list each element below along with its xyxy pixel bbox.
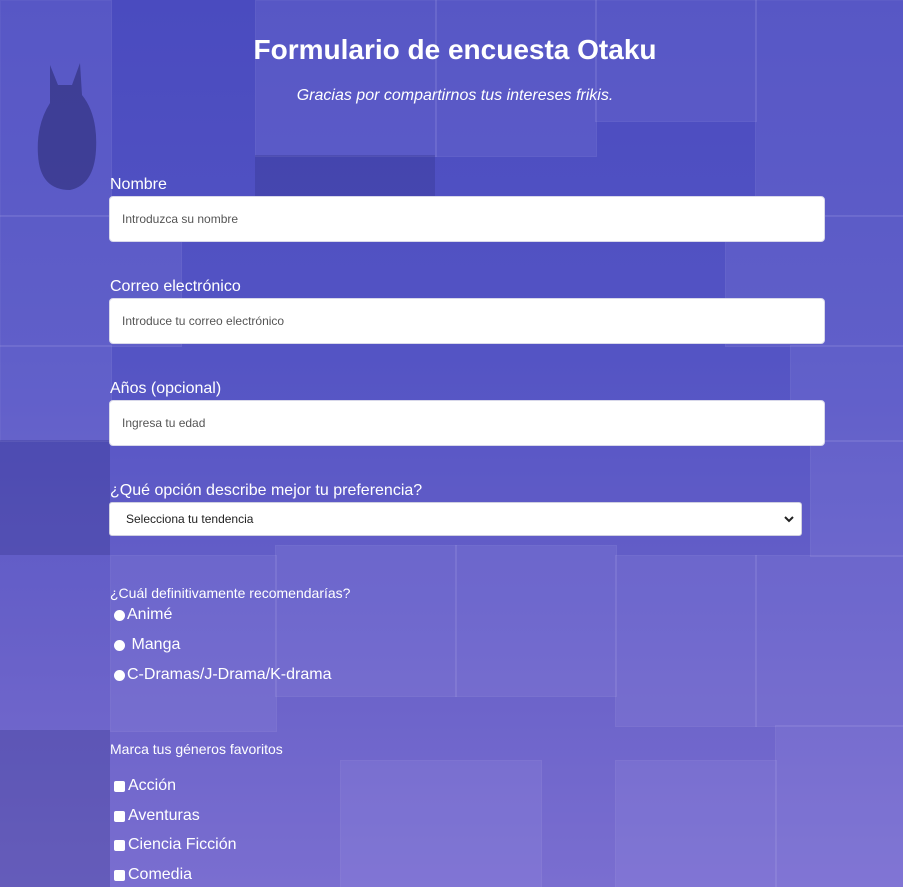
preference-selected-value: Selecciona tu tendencia [126,512,254,526]
checkbox-option-aventuras[interactable]: Aventuras [114,807,200,825]
radio-button[interactable] [114,669,125,681]
radio-option-anime[interactable]: Animé [114,606,172,624]
checkbox-label: Comedia [128,866,193,883]
survey-form: Formulario de encuesta Otaku Gracias por… [0,0,903,887]
checkbox-option-accion[interactable]: Acción [114,777,176,795]
checkbox[interactable] [114,810,125,822]
radio-button[interactable] [114,609,125,621]
radio-option-dramas[interactable]: C-Dramas/J-Drama/K-drama [114,666,331,684]
checkbox[interactable] [114,780,125,792]
age-label: Años (opcional) [110,380,222,397]
radio-label: Animé [127,606,173,623]
preference-select[interactable]: Selecciona tu tendencia [109,502,802,536]
email-label: Correo electrónico [110,278,241,295]
checkbox-label: Aventuras [128,807,200,824]
age-input[interactable] [109,400,825,446]
recommend-label: ¿Cuál definitivamente recomendarías? [110,585,351,601]
radio-label: C-Dramas/J-Drama/K-drama [127,666,332,683]
email-input[interactable] [109,298,825,344]
radio-option-manga[interactable]: Manga [114,636,180,654]
name-label: Nombre [110,176,167,193]
genres-label: Marca tus géneros favoritos [110,741,283,757]
chevron-down-icon [784,516,794,523]
checkbox[interactable] [114,869,125,881]
name-input[interactable] [109,196,825,242]
checkbox-option-ciencia-ficcion[interactable]: Ciencia Ficción [114,836,236,854]
preference-label: ¿Qué opción describe mejor tu preferenci… [110,482,423,499]
page-title: Formulario de encuesta Otaku [253,34,657,65]
radio-label: Manga [127,636,181,653]
checkbox-label: Acción [128,777,177,794]
radio-button[interactable] [114,639,125,651]
checkbox-label: Ciencia Ficción [128,836,237,853]
checkbox-option-comedia[interactable]: Comedia [114,866,192,884]
page-subtitle: Gracias por compartirnos tus intereses f… [296,87,614,104]
checkbox[interactable] [114,839,125,851]
